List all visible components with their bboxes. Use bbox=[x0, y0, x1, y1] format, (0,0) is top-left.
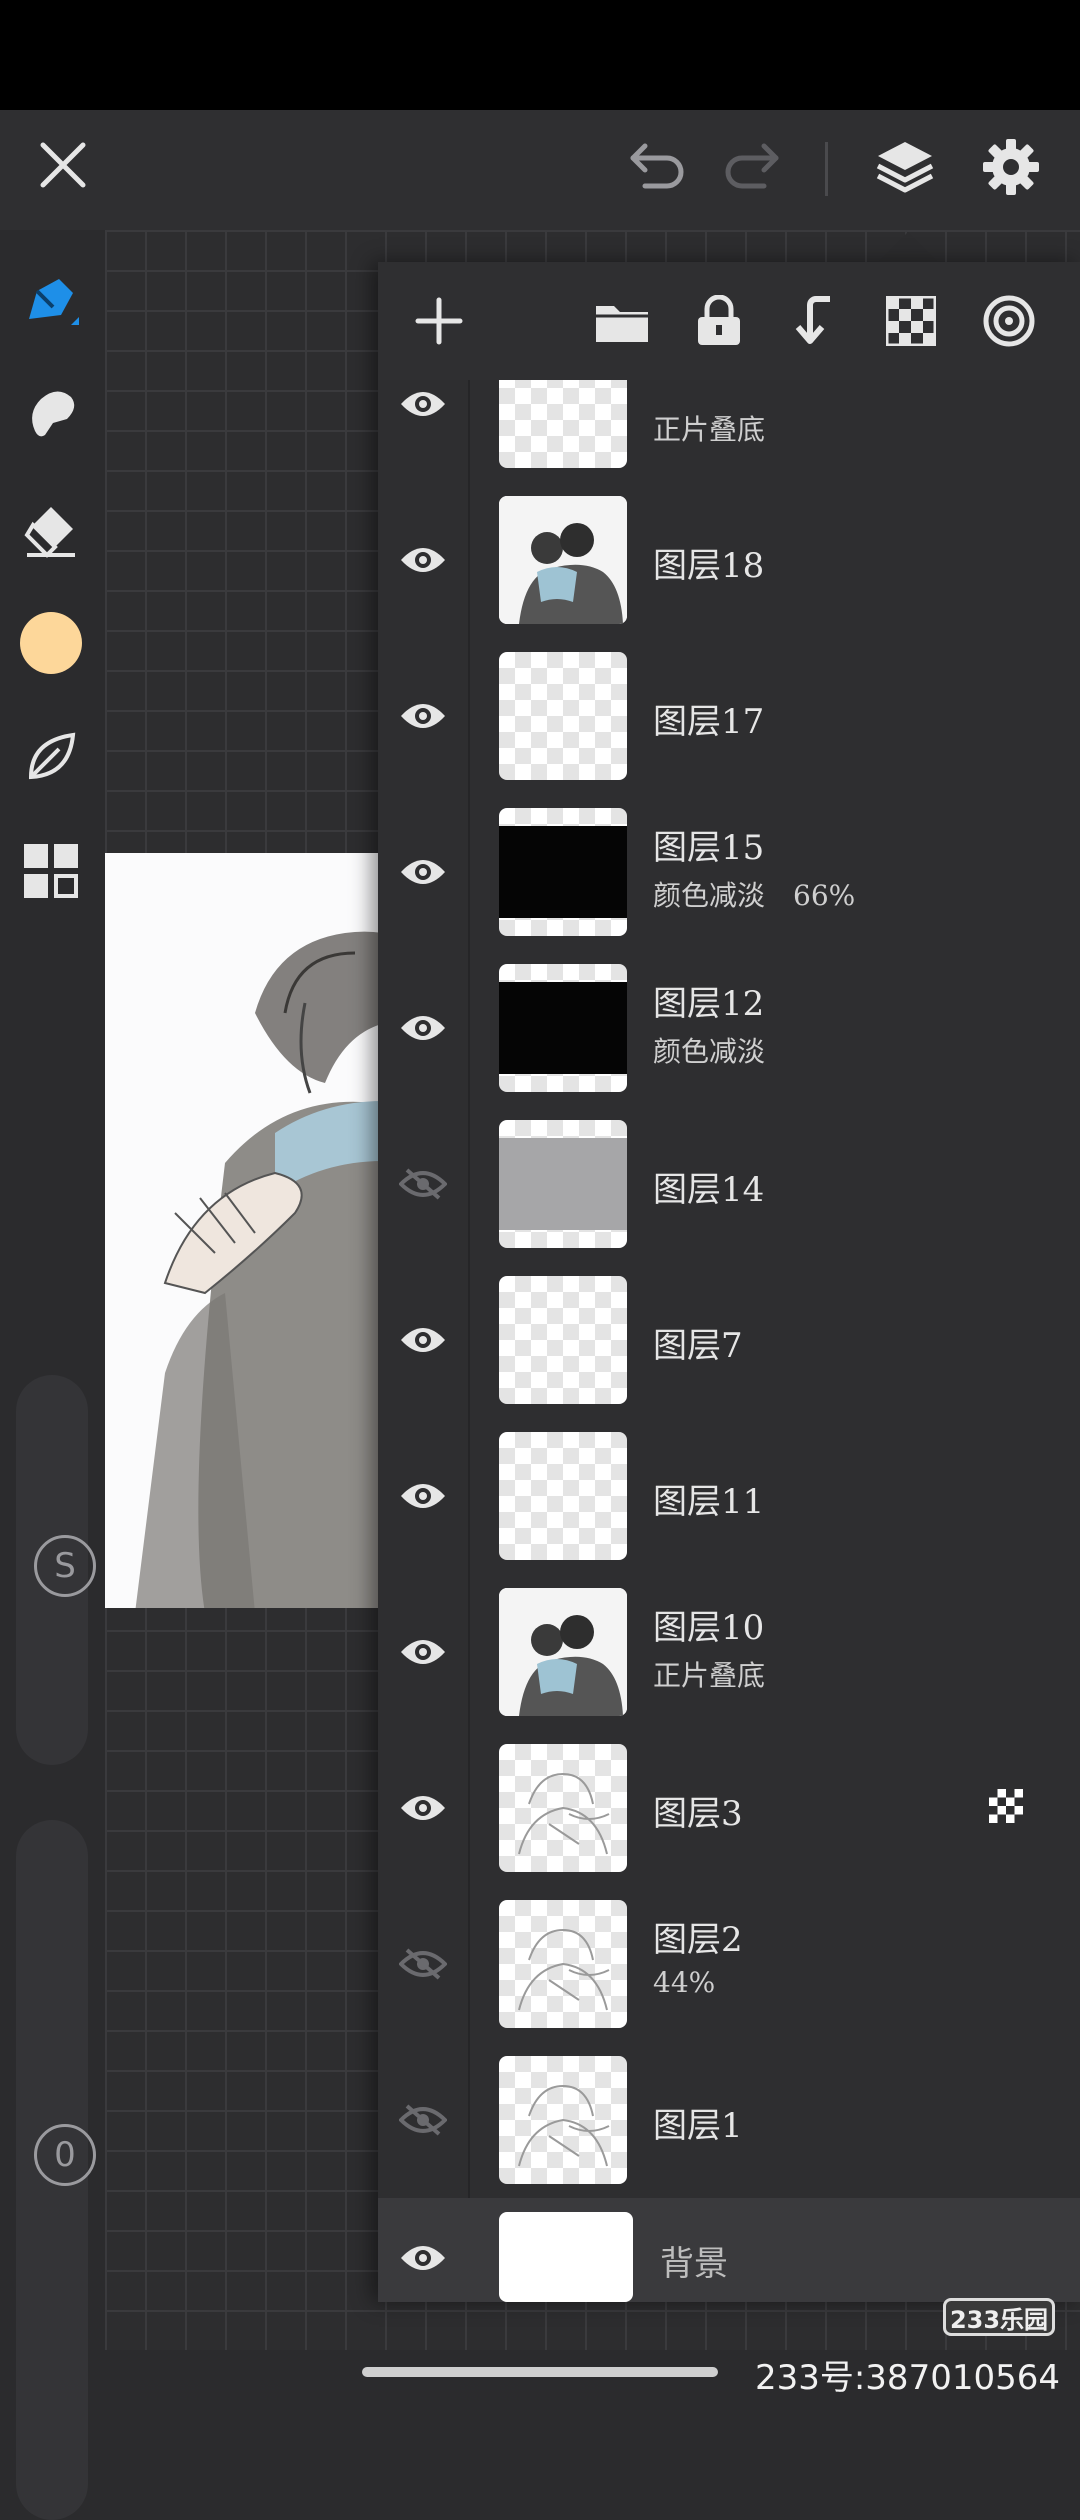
layer-blend-mode: 正片叠底 bbox=[653, 413, 766, 446]
layer-name: 图层3 bbox=[653, 1794, 743, 1834]
layer-thumbnail bbox=[499, 808, 627, 936]
redo-icon[interactable] bbox=[717, 132, 787, 202]
layer-name: 图层17 bbox=[653, 702, 765, 742]
layer-thumbnail bbox=[499, 1276, 627, 1404]
status-bar bbox=[0, 0, 1080, 110]
eye-icon[interactable] bbox=[378, 1730, 470, 1886]
layer-blend-mode: 44% bbox=[653, 1966, 716, 1999]
gear-icon[interactable] bbox=[974, 130, 1048, 204]
layer-thumbnail bbox=[499, 1120, 627, 1248]
grid-icon[interactable] bbox=[10, 830, 92, 912]
layer-thumbnail bbox=[499, 2056, 627, 2184]
eye-hidden-icon[interactable] bbox=[378, 2042, 470, 2198]
layer-row[interactable]: 图层3 bbox=[378, 1730, 1080, 1888]
layers-icon[interactable] bbox=[868, 130, 942, 204]
layer-name: 图层2 bbox=[653, 1920, 743, 1960]
layer-name: 图层12 bbox=[653, 984, 765, 1024]
folder-icon[interactable] bbox=[591, 290, 653, 352]
layer-row[interactable]: 背景 bbox=[378, 2198, 1080, 2302]
color-swatch[interactable] bbox=[10, 602, 92, 684]
layer-name: 图层11 bbox=[653, 1482, 765, 1522]
eye-icon[interactable] bbox=[378, 794, 470, 950]
layer-row[interactable]: 图层18 bbox=[378, 482, 1080, 640]
layer-name: 图层10 bbox=[653, 1608, 765, 1648]
layer-name: 图层7 bbox=[653, 1326, 743, 1366]
layer-name: 图层15 bbox=[653, 828, 765, 868]
layer-thumbnail bbox=[499, 1588, 627, 1716]
layer-name: 图层1 bbox=[653, 2106, 743, 2146]
eye-icon[interactable] bbox=[378, 380, 470, 482]
eye-icon[interactable] bbox=[378, 2198, 468, 2302]
layer-panel-caret bbox=[878, 232, 938, 262]
close-icon[interactable] bbox=[30, 132, 96, 198]
layer-row[interactable]: 图层7 bbox=[378, 1262, 1080, 1420]
layer-row[interactable]: 正片叠底 bbox=[378, 380, 1080, 484]
layer-row[interactable]: 图层1 bbox=[378, 2042, 1080, 2200]
layer-row[interactable]: 图层10 正片叠底 bbox=[378, 1574, 1080, 1732]
eye-icon[interactable] bbox=[378, 1574, 470, 1730]
toolbar-divider bbox=[825, 142, 828, 196]
layer-thumbnail bbox=[499, 2212, 633, 2302]
layer-thumbnail bbox=[499, 652, 627, 780]
layer-blend-mode: 正片叠底 bbox=[653, 1659, 766, 1692]
layer-thumbnail bbox=[499, 1900, 627, 2028]
layer-blend-mode: 颜色减淡 bbox=[653, 1035, 766, 1068]
opacity-slider[interactable]: 0 bbox=[16, 1820, 96, 2520]
lock-icon[interactable] bbox=[688, 290, 750, 352]
target-icon[interactable] bbox=[978, 290, 1040, 352]
eye-icon[interactable] bbox=[378, 638, 470, 794]
watermark-id: 233号:387010564 bbox=[754, 2358, 1060, 2398]
layer-name: 图层14 bbox=[653, 1170, 765, 1210]
checker-icon[interactable] bbox=[880, 290, 942, 352]
left-toolbar: S 0 bbox=[0, 230, 105, 2520]
layer-thumbnail bbox=[499, 496, 627, 624]
layer-row[interactable]: 图层11 bbox=[378, 1418, 1080, 1576]
layer-panel-toolbar bbox=[378, 262, 1080, 380]
layer-thumbnail bbox=[499, 964, 627, 1092]
layer-row[interactable]: 图层15 颜色减淡 66% bbox=[378, 794, 1080, 952]
eye-icon[interactable] bbox=[378, 1262, 470, 1418]
eye-icon[interactable] bbox=[378, 1418, 470, 1574]
layer-row[interactable]: 图层14 bbox=[378, 1106, 1080, 1264]
smudge-icon[interactable] bbox=[10, 374, 92, 456]
plus-icon[interactable] bbox=[408, 290, 470, 352]
eye-icon[interactable] bbox=[378, 950, 470, 1106]
layer-thumbnail bbox=[499, 380, 627, 468]
layer-name: 图层18 bbox=[653, 546, 765, 586]
brush-size-slider[interactable]: S bbox=[16, 1375, 96, 1765]
layer-thumbnail bbox=[499, 1744, 627, 1872]
alpha-lock-icon[interactable] bbox=[988, 1788, 1024, 1824]
eye-hidden-icon[interactable] bbox=[378, 1106, 470, 1262]
layer-row[interactable]: 图层17 bbox=[378, 638, 1080, 796]
pen-icon[interactable] bbox=[10, 260, 92, 342]
layer-name: 背景 bbox=[660, 2244, 728, 2284]
eraser-icon[interactable] bbox=[10, 488, 92, 570]
leaf-icon[interactable] bbox=[10, 716, 92, 798]
undo-icon[interactable] bbox=[622, 132, 692, 202]
layer-row[interactable]: 图层2 44% bbox=[378, 1886, 1080, 2044]
layer-blend-mode: 颜色减淡 66% bbox=[653, 879, 856, 912]
top-bar bbox=[0, 110, 1080, 230]
layer-row[interactable]: 图层12 颜色减淡 bbox=[378, 950, 1080, 1108]
eye-icon[interactable] bbox=[378, 482, 470, 638]
layer-thumbnail bbox=[499, 1432, 627, 1560]
eye-hidden-icon[interactable] bbox=[378, 1886, 470, 2042]
brush-size-knob[interactable]: S bbox=[34, 1535, 96, 1597]
layer-panel: 正片叠底 图层18 图层17 图层15 颜色减淡 66% 图层12 颜色减淡 图层14 图层7 图… bbox=[378, 262, 1080, 2302]
watermark-logo: 233乐园 bbox=[943, 2298, 1055, 2336]
layer-list[interactable]: 正片叠底 图层18 图层17 图层15 颜色减淡 66% 图层12 颜色减淡 图层14 图层7 图… bbox=[378, 380, 1080, 2302]
merge-down-icon[interactable] bbox=[784, 290, 846, 352]
opacity-knob[interactable]: 0 bbox=[34, 2124, 96, 2186]
home-indicator[interactable] bbox=[362, 2367, 718, 2377]
